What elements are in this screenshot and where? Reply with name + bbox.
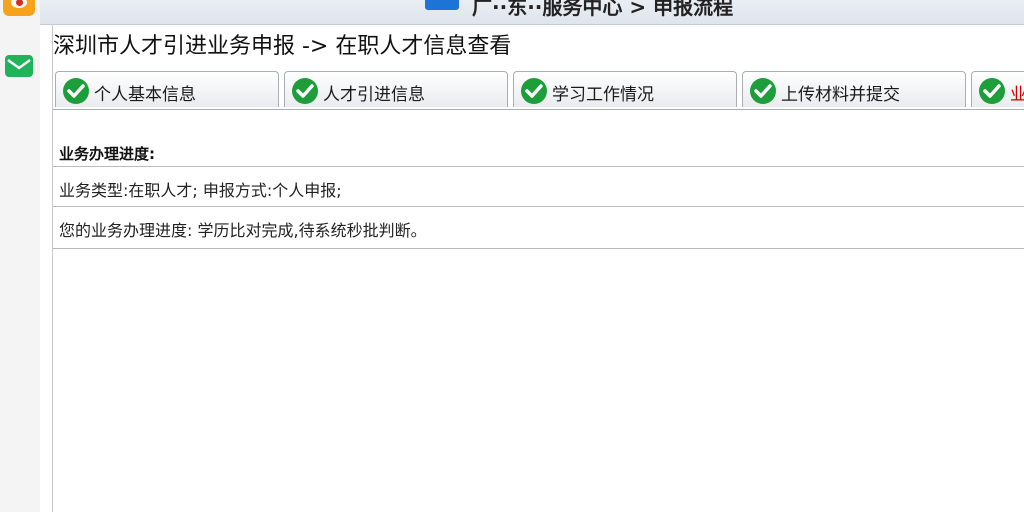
tab-label: 学习工作情况 — [552, 85, 654, 105]
page-title: 深圳市人才引进业务申报 -> 在职人才信息查看 — [53, 34, 512, 59]
check-circle-icon — [292, 78, 318, 104]
tabs-divider — [53, 109, 1024, 110]
check-circle-icon — [979, 78, 1005, 104]
tab-label: 业 — [1010, 85, 1024, 105]
header-title: 广··东··服务中心 > 申报流程 — [472, 0, 734, 19]
left-toolbar — [0, 0, 40, 512]
tab-study-work[interactable]: 学习工作情况 — [513, 71, 737, 107]
content-left-border — [52, 24, 53, 512]
tab-label: 个人基本信息 — [94, 85, 196, 105]
tab-talent-info[interactable]: 人才引进信息 — [284, 71, 508, 107]
tab-personal-info[interactable]: 个人基本信息 — [55, 71, 279, 107]
tab-label: 上传材料并提交 — [781, 85, 900, 105]
top-header: 广··东··服务中心 > 申报流程 — [40, 0, 1024, 25]
progress-heading: 业务办理进度: — [59, 145, 155, 163]
check-circle-icon — [521, 78, 547, 104]
business-info-row: 业务类型:在职人才; 申报方式:个人申报; — [53, 166, 1024, 206]
mail-icon[interactable] — [5, 55, 33, 77]
weibo-icon[interactable] — [3, 0, 35, 16]
step-tabs: 个人基本信息 人才引进信息 学习工作情况 上传材料并提交 业 — [55, 71, 1024, 111]
business-info-text: 业务类型:在职人才; 申报方式:个人申报; — [59, 181, 342, 200]
tab-label: 人才引进信息 — [323, 85, 425, 105]
check-circle-icon — [750, 78, 776, 104]
check-circle-icon — [63, 78, 89, 104]
service-logo-icon — [425, 0, 459, 10]
progress-status-text: 您的业务办理进度: 学历比对完成,待系统秒批判断。 — [59, 221, 427, 240]
tab-upload-submit[interactable]: 上传材料并提交 — [742, 71, 966, 107]
tab-business-progress[interactable]: 业 — [971, 71, 1024, 107]
progress-status-row: 您的业务办理进度: 学历比对完成,待系统秒批判断。 — [53, 206, 1024, 249]
